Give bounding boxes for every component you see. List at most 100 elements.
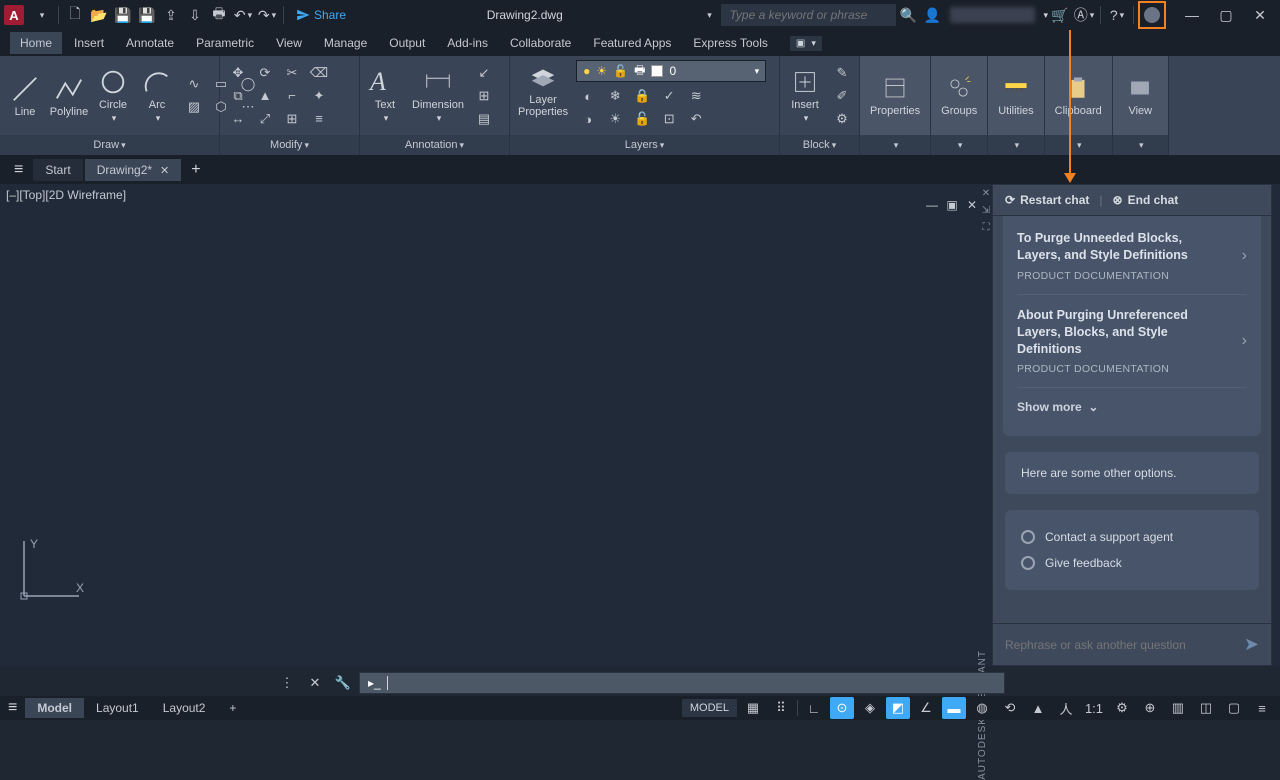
layout-tab-model[interactable]: Model <box>25 698 84 718</box>
panel-clipboard-btn[interactable]: Clipboard <box>1045 56 1112 135</box>
assistant-body[interactable]: To Purge Unneeded Blocks, Layers, and St… <box>993 216 1271 623</box>
layout-tab-1[interactable]: Layout1 <box>84 698 151 718</box>
cmdline-close-icon[interactable]: ✕ <box>303 673 327 693</box>
tab-home[interactable]: Home <box>10 32 62 54</box>
tool-table[interactable]: ⊞ <box>472 86 496 106</box>
save-web-icon[interactable]: ⇩ <box>183 3 207 27</box>
layer-on[interactable]: ◑ <box>576 109 600 129</box>
tab-insert[interactable]: Insert <box>64 32 114 54</box>
tool-line[interactable]: Line <box>6 72 44 120</box>
cmdline-customize-icon[interactable]: 🔧 <box>331 673 355 693</box>
redo-icon[interactable]: ↷▾ <box>255 3 279 27</box>
app-menu-icon[interactable]: A <box>4 5 24 25</box>
panel-clipboard-expand[interactable]: ▾ <box>1045 135 1112 155</box>
status-transp-icon[interactable]: ◍ <box>970 697 994 719</box>
saveas-icon[interactable]: 💾 <box>135 3 159 27</box>
layer-off[interactable]: ◐ <box>576 86 600 106</box>
status-iso-icon[interactable]: ◈ <box>858 697 882 719</box>
search-input[interactable] <box>721 4 896 26</box>
file-tabs-menu-icon[interactable]: ≡ <box>6 161 31 179</box>
assistant-input[interactable] <box>1005 638 1234 652</box>
tab-express[interactable]: Express Tools <box>683 32 777 54</box>
layer-match[interactable]: ≋ <box>684 86 708 106</box>
cart-icon[interactable]: 🛒 <box>1048 3 1072 27</box>
tab-parametric[interactable]: Parametric <box>186 32 264 54</box>
block-attr[interactable]: ⚙ <box>830 109 854 129</box>
doc-result-1[interactable]: To Purge Unneeded Blocks, Layers, and St… <box>1017 218 1247 295</box>
add-layout-icon[interactable]: + <box>217 698 248 718</box>
tool-arc[interactable]: Arc▾ <box>138 65 176 126</box>
tool-move[interactable]: ✥ <box>226 63 250 83</box>
tool-mtext[interactable]: ▤ <box>472 109 496 129</box>
new-tab-icon[interactable]: + <box>183 161 208 179</box>
tool-polyline[interactable]: Polyline <box>50 72 88 120</box>
restart-chat-button[interactable]: ⟳ Restart chat <box>1005 193 1089 207</box>
assistant-icon-highlight[interactable] <box>1138 1 1166 29</box>
tab-view[interactable]: View <box>266 32 312 54</box>
send-icon[interactable]: ➤ <box>1244 634 1259 655</box>
panel-layers-title[interactable]: Layers ▾ <box>510 135 779 155</box>
assistant-expand-icon[interactable]: ⛶ <box>983 222 990 233</box>
layer-previous[interactable]: ↶ <box>684 109 708 129</box>
status-otrack-icon[interactable]: ∠ <box>914 697 938 719</box>
tool-text[interactable]: A Text▾ <box>366 65 404 126</box>
assistant-close-icon[interactable]: ✕ <box>982 188 990 199</box>
app-store-icon[interactable]: Ⓐ▾ <box>1072 3 1096 27</box>
tool-insert-block[interactable]: Insert▾ <box>786 65 824 126</box>
show-more-button[interactable]: Show more ⌄ <box>1017 388 1247 430</box>
panel-groups-btn[interactable]: Groups <box>931 56 987 135</box>
drawing-minimize[interactable]: ― <box>924 198 940 212</box>
user-icon[interactable]: 👤 <box>920 3 944 27</box>
open-icon[interactable]: 📂 <box>87 3 111 27</box>
drawing-close[interactable]: ✕ <box>964 198 980 212</box>
status-monitor-icon[interactable]: ⊕ <box>1138 697 1162 719</box>
app-menu-caret[interactable]: ▾ <box>30 3 54 27</box>
status-ortho-icon[interactable]: ∟ <box>802 697 826 719</box>
drawing-restore[interactable]: ▣ <box>944 198 960 212</box>
cmdline-recent-icon[interactable]: ⋮ <box>275 673 299 693</box>
tab-drawing2[interactable]: Drawing2* ✕ <box>85 159 182 181</box>
panel-properties-expand[interactable]: ▾ <box>860 135 930 155</box>
tab-featured[interactable]: Featured Apps <box>583 32 681 54</box>
status-annomon-icon[interactable]: ▲ <box>1026 697 1050 719</box>
layer-lock[interactable]: 🔒 <box>630 86 654 106</box>
panel-groups-expand[interactable]: ▾ <box>931 135 987 155</box>
layer-isolate[interactable]: ⊡ <box>657 109 681 129</box>
tool-offset[interactable]: ≡ <box>307 109 331 129</box>
layer-make-current[interactable]: ✓ <box>657 86 681 106</box>
tool-spline[interactable]: ∿ <box>182 74 206 94</box>
plot-icon[interactable]: 🖶 <box>207 3 231 27</box>
tool-erase[interactable]: ⌫ <box>307 63 331 83</box>
panel-view-btn[interactable]: View <box>1113 56 1168 135</box>
panel-annotation-title[interactable]: Annotation ▾ <box>360 135 509 155</box>
tool-rotate[interactable]: ⟳ <box>253 63 277 83</box>
option-contact-support[interactable]: Contact a support agent <box>1021 524 1243 550</box>
tool-hatch[interactable]: ▨ <box>182 97 206 117</box>
tab-addins[interactable]: Add-ins <box>437 32 498 54</box>
layer-unlock[interactable]: 🔓 <box>630 109 654 129</box>
tab-start[interactable]: Start <box>33 159 82 181</box>
tab-flag[interactable]: ▣ ▾ <box>790 36 822 51</box>
search-icon[interactable]: 🔍 <box>896 3 920 27</box>
command-input[interactable]: ▸_ <box>359 672 1005 694</box>
status-ws-icon[interactable]: ⚙ <box>1110 697 1134 719</box>
layer-freeze[interactable]: ❄ <box>603 86 627 106</box>
status-model[interactable]: MODEL <box>682 699 737 717</box>
status-polar-icon[interactable]: ⊙ <box>830 697 854 719</box>
option-give-feedback[interactable]: Give feedback <box>1021 550 1243 576</box>
panel-block-title[interactable]: Block ▾ <box>780 135 859 155</box>
close-button[interactable]: ✕ <box>1244 3 1276 27</box>
layer-dropdown[interactable]: ●☀🔓🖶 0 ▾ <box>576 60 766 82</box>
status-lwt-icon[interactable]: ▬ <box>942 697 966 719</box>
tool-stretch[interactable]: ↔ <box>226 109 250 129</box>
panel-draw-title[interactable]: Draw ▾ <box>0 135 219 155</box>
layer-thaw[interactable]: ☀ <box>603 109 627 129</box>
tab-manage[interactable]: Manage <box>314 32 377 54</box>
doc-result-2[interactable]: About Purging Unreferenced Layers, Block… <box>1017 295 1247 389</box>
status-cycle-icon[interactable]: ⟲ <box>998 697 1022 719</box>
block-create[interactable]: ✎ <box>830 63 854 83</box>
new-icon[interactable]: 🗋 <box>63 3 87 27</box>
viewport-label[interactable]: [–][Top][2D Wireframe] <box>6 188 126 202</box>
tool-mirror[interactable]: ▲ <box>253 86 277 106</box>
status-custom-icon[interactable]: ≡ <box>1250 697 1274 719</box>
